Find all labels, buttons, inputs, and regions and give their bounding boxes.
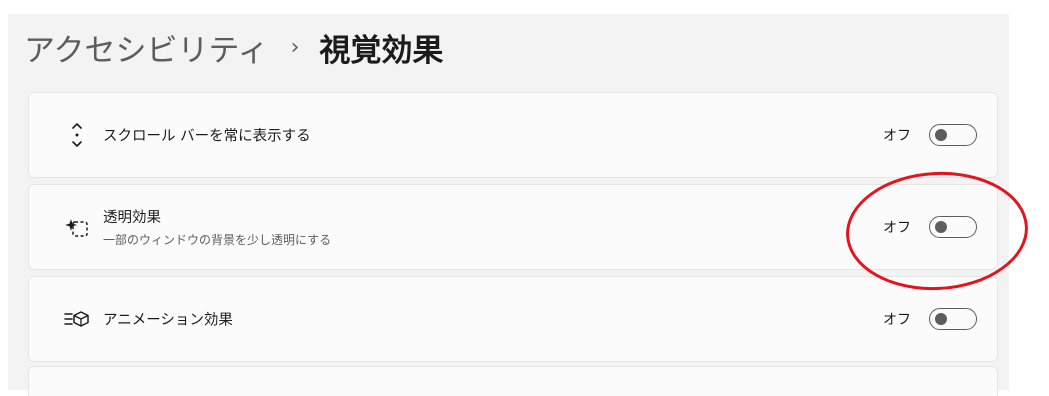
toggle-state-label: オフ <box>883 220 911 236</box>
breadcrumb-separator: › <box>290 34 300 60</box>
animation-toggle[interactable] <box>929 308 977 330</box>
setting-card-partial <box>28 366 998 396</box>
breadcrumb-parent[interactable]: アクセシビリティ <box>24 25 269 70</box>
animation-icon <box>63 305 91 333</box>
setting-description: 一部のウィンドウの背景を少し透明にする <box>103 233 332 247</box>
page-title: 視覚効果 <box>319 32 444 69</box>
toggle-knob <box>935 313 947 325</box>
toggle-knob <box>935 221 947 233</box>
toggle-state-label: オフ <box>883 128 911 144</box>
setting-card-animation: アニメーション効果 オフ <box>28 276 998 362</box>
setting-title: スクロール バーを常に表示する <box>103 128 311 145</box>
scrollbars-toggle[interactable] <box>929 124 977 146</box>
breadcrumb: アクセシビリティ › 視覚効果 <box>24 24 443 70</box>
scrollbar-icon <box>63 121 91 149</box>
transparency-toggle[interactable] <box>929 216 977 238</box>
setting-card-transparency: 透明効果 一部のウィンドウの背景を少し透明にする オフ <box>28 184 998 270</box>
transparency-icon <box>63 213 91 241</box>
toggle-state-label: オフ <box>883 312 911 328</box>
setting-title: 透明効果 <box>103 210 161 226</box>
toggle-knob <box>935 129 947 141</box>
setting-card-scrollbars: スクロール バーを常に表示する オフ <box>28 92 998 178</box>
setting-title: アニメーション効果 <box>103 312 233 329</box>
